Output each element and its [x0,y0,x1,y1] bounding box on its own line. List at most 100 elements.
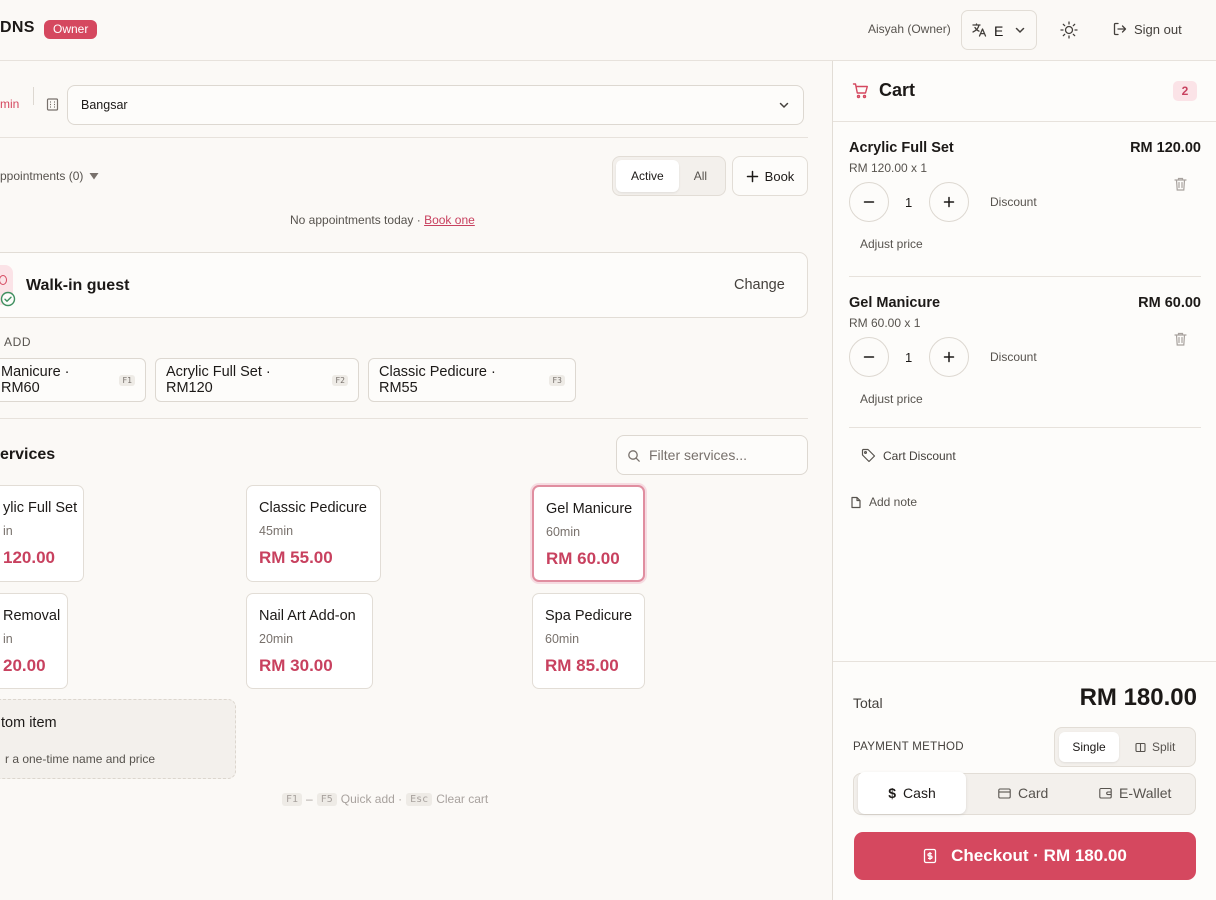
filter-services-input[interactable]: Filter services... [616,435,808,475]
language-label: E [994,23,1004,39]
chip-shortcut: F2 [332,374,348,386]
adjust-price-button[interactable]: Adjust price [860,392,923,406]
note-icon [850,496,862,509]
cart-count-badge: 2 [1173,81,1197,101]
guest-name: Walk-in guest [26,277,130,294]
appointment-filter: Active All [612,156,727,196]
section-divider [0,137,808,138]
cart-item-divider [849,427,1201,428]
payment-mode-split[interactable]: Split [1135,732,1175,762]
payment-ewallet[interactable]: E-Wallet [1099,785,1171,801]
dollar-icon: $ [888,785,897,801]
cart-discount-button[interactable]: Cart Discount [861,448,956,463]
card-label: Card [1018,785,1049,801]
sun-icon [1058,19,1080,41]
appointments-toggle[interactable]: ppointments (0) [0,169,99,183]
book-label: Book [764,168,795,184]
plus-icon [943,351,955,363]
app-header: DNS Owner Aisyah (Owner) E Sign out [0,0,1216,61]
empty-text: No appointments today · [290,213,425,227]
service-duration: 45min [259,524,294,538]
plus-icon [746,170,759,183]
service-card[interactable]: Removal in 20.00 [0,593,68,689]
language-select[interactable]: E [961,10,1037,50]
service-card-selected[interactable]: Gel Manicure 60min RM 60.00 [532,485,645,582]
service-card[interactable]: Spa Pedicure 60min RM 85.00 [532,593,645,689]
payment-cash[interactable]: $ Cash [858,772,966,814]
appointments-empty: No appointments today · Book one [290,213,475,227]
checkout-label: Checkout · RM 180.00 [951,846,1127,865]
checkout-button[interactable]: Checkout · RM 180.00 [854,832,1196,880]
increase-qty-button[interactable] [929,337,969,377]
add-note-button[interactable]: Add note [850,495,917,509]
payment-method-tabs: $ Cash Card E-Wallet [853,772,1196,815]
book-one-link[interactable]: Book one [424,213,475,227]
plus-icon [943,196,955,208]
hint-quick-add: Quick add · [340,792,403,806]
hint-dash: – [306,792,313,806]
cart-footer: Total RM 180.00 PAYMENT METHOD Single Sp… [833,661,1216,900]
service-price: 120.00 [3,548,55,567]
receipt-icon [923,848,937,864]
branch-select[interactable]: Bangsar [67,85,804,125]
quick-add-chip[interactable]: Manicure · RM60 F1 [0,358,146,402]
service-card[interactable]: Classic Pedicure 45min RM 55.00 [246,485,381,582]
trash-icon[interactable] [1173,331,1188,347]
filter-active[interactable]: Active [616,160,679,192]
custom-item-card[interactable]: tom item r a one-time name and price [0,699,236,779]
service-duration: 60min [546,525,581,539]
service-name: Spa Pedicure [545,608,633,624]
service-name: Classic Pedicure [259,500,367,516]
decrease-qty-button[interactable] [849,182,889,222]
change-guest-button[interactable]: Change [734,277,785,293]
add-note-label: Add note [869,495,918,509]
cart-item-name: Gel Manicure [849,295,941,311]
chip-shortcut: F1 [119,374,135,386]
section-divider [0,418,808,419]
discount-button[interactable]: Discount [990,350,1037,364]
service-card[interactable]: ylic Full Set in 120.00 [0,485,84,582]
role-badge: Owner [44,20,98,39]
quick-add-chip[interactable]: Classic Pedicure · RM55 F3 [368,358,576,402]
toolbar-divider [33,87,34,105]
tag-icon [861,448,876,463]
cart-item-total: RM 60.00 [1138,295,1201,311]
kbd-f1: F1 [282,792,303,806]
quick-add-label: ADD [4,335,32,349]
log-out-icon [1112,21,1128,37]
payment-mode-single[interactable]: Single [1059,732,1119,762]
credit-card-icon [998,787,1011,799]
hint-clear: Clear cart [436,792,489,806]
kbd-esc: Esc [406,792,433,806]
kbd-f5: F5 [316,792,337,806]
increase-qty-button[interactable] [929,182,969,222]
chip-shortcut: F3 [549,374,565,386]
services-title: ervices [0,446,56,463]
service-name: Gel Manicure [546,501,633,517]
discount-button[interactable]: Discount [990,195,1037,209]
quick-add-chip[interactable]: Acrylic Full Set · RM120 F2 [155,358,359,402]
adjust-price-button[interactable]: Adjust price [860,237,923,251]
total-label: Total [853,695,883,711]
cart-item: Gel Manicure RM 60.00 RM 60.00 x 1 1 Dis… [833,277,1216,427]
wallet-icon [1099,787,1112,799]
shopping-cart-icon [852,82,870,100]
cart-item-qty: 1 [905,195,913,210]
translate-icon [971,22,987,38]
chevron-down-icon [778,99,790,111]
sign-out-button[interactable]: Sign out [1112,21,1182,37]
cart-item-name: Acrylic Full Set [849,140,954,156]
trash-icon[interactable] [1173,176,1188,192]
filter-all[interactable]: All [679,160,722,192]
payment-mode-toggle: Single Split [1054,727,1196,767]
cash-label: Cash [903,785,936,801]
book-button[interactable]: Book [732,156,808,196]
chip-label: Acrylic Full Set · RM120 [166,364,271,396]
decrease-qty-button[interactable] [849,337,889,377]
branch-value: Bangsar [81,98,128,112]
theme-toggle[interactable] [1058,19,1080,41]
service-card[interactable]: Nail Art Add-on 20min RM 30.00 [246,593,373,689]
payment-card[interactable]: Card [998,785,1048,801]
service-name: ylic Full Set [3,500,78,516]
keyboard-hints: F1 – F5 Quick add · Esc Clear cart [282,792,488,806]
